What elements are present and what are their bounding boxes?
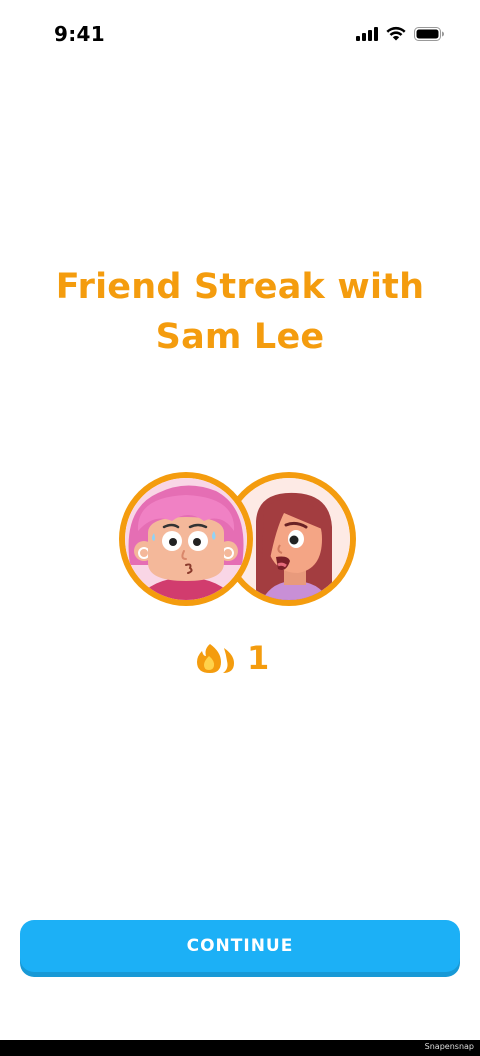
continue-button-label: CONTINUE xyxy=(186,936,294,956)
friend-streak-flame-icon xyxy=(197,644,234,673)
user-avatar xyxy=(119,472,253,606)
title-line-1: Friend Streak with xyxy=(55,267,425,307)
status-bar: 9:41 xyxy=(0,0,480,72)
watermark: Snapensnap xyxy=(424,1042,474,1051)
bottom-strip xyxy=(0,1040,480,1056)
status-time: 9:41 xyxy=(54,22,105,46)
avatar-pair-graphic xyxy=(119,472,356,606)
page-title: Friend Streak with Sam Lee xyxy=(0,262,480,362)
cellular-signal-icon xyxy=(356,26,378,41)
streak-count: 1 xyxy=(247,639,270,677)
continue-button[interactable]: CONTINUE xyxy=(20,920,460,972)
battery-icon xyxy=(414,26,444,41)
avatar-pair xyxy=(118,469,358,609)
title-line-2: Sam Lee xyxy=(155,317,325,357)
streak-row: 1 xyxy=(193,637,269,679)
wifi-icon xyxy=(386,26,406,41)
status-icons xyxy=(356,26,444,41)
